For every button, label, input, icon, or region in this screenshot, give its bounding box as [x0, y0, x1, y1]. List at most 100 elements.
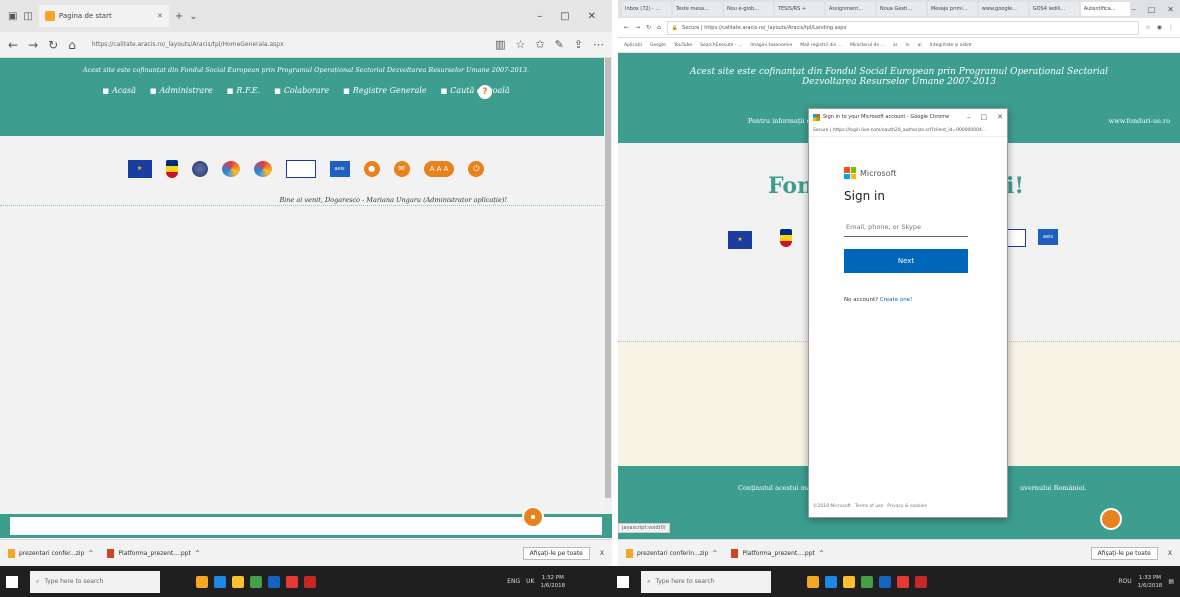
- powerpoint-app-icon[interactable]: [286, 575, 298, 588]
- scroll-top-button[interactable]: [1100, 508, 1122, 530]
- acrobat-app-icon[interactable]: [915, 575, 928, 588]
- chrome-app-icon[interactable]: [807, 575, 820, 588]
- tray-clock[interactable]: 1:33 PM 1/6/2018: [1138, 574, 1163, 590]
- bookmark-item[interactable]: SearchExecute - ...: [700, 43, 742, 48]
- chrome-tab-active[interactable]: Autentifica...: [1080, 2, 1130, 16]
- bookmark-item[interactable]: Ministerul de ...: [850, 43, 885, 48]
- tray-clock[interactable]: 1:32 PM 1/6/2018: [540, 574, 565, 590]
- menu-cauta-o-scoala[interactable]: Caută o școală: [441, 86, 509, 95]
- bookmark-item[interactable]: Imagini taxonomie: [750, 43, 792, 48]
- taskbar-search[interactable]: ⌕ Type here to search: [641, 570, 772, 593]
- new-tab-icon[interactable]: +: [175, 11, 183, 22]
- maximize-icon[interactable]: □: [560, 11, 569, 22]
- maximize-icon[interactable]: □: [981, 113, 988, 121]
- store-app-icon[interactable]: [250, 575, 262, 588]
- download-caret[interactable]: ^: [819, 550, 824, 557]
- tab-actions-icon[interactable]: ▣: [8, 11, 17, 22]
- windows-start-icon[interactable]: [6, 575, 18, 588]
- chrome-app-icon[interactable]: [196, 575, 208, 588]
- acrobat-app-icon[interactable]: [304, 575, 316, 588]
- tray-lang[interactable]: ENG: [507, 578, 520, 585]
- omnibox[interactable]: 🔒 Secure | https://calitate.aracis.ro/_l…: [666, 20, 1140, 35]
- chrome-tab[interactable]: TESIS/RS +: [774, 2, 824, 16]
- chrome-tab[interactable]: Mesaje primi...: [927, 2, 977, 16]
- bookmark-item[interactable]: Integritate și arbitr: [930, 43, 973, 48]
- home-icon[interactable]: ⌂: [657, 24, 661, 31]
- tab-list-chevron-icon[interactable]: ⌄: [189, 11, 197, 22]
- minimize-icon[interactable]: –: [967, 113, 971, 121]
- help-icon[interactable]: ?: [478, 85, 492, 99]
- explorer-app-icon[interactable]: [232, 575, 244, 588]
- scroll-top-button[interactable]: [522, 506, 544, 528]
- bookmark-item[interactable]: ar: [893, 43, 898, 48]
- download-item[interactable]: Platforma_prezent....ppt ^: [107, 548, 200, 558]
- windows-start-icon[interactable]: [617, 575, 630, 588]
- download-item[interactable]: Platforma_prezent....ppt ^: [731, 548, 824, 558]
- show-all-downloads-button[interactable]: Afișați-le pe toate: [1090, 546, 1158, 560]
- reading-view-icon[interactable]: ▥: [495, 38, 505, 51]
- extensions-icon[interactable]: ◉: [1157, 24, 1162, 31]
- menu-rfe[interactable]: R.F.E.: [227, 86, 260, 95]
- notifications-icon[interactable]: ▤: [1168, 578, 1174, 585]
- chrome-tab[interactable]: Teste mesa...: [672, 2, 722, 16]
- explorer-app-icon[interactable]: [843, 575, 856, 588]
- taskbar-search[interactable]: ⌕ Type here to search: [30, 570, 160, 593]
- tray-lang[interactable]: ROU: [1118, 578, 1131, 585]
- word-app-icon[interactable]: [268, 575, 280, 588]
- chrome-tab[interactable]: Noua Gesti...: [876, 2, 926, 16]
- word-app-icon[interactable]: [879, 575, 892, 588]
- forward-icon[interactable]: →: [28, 38, 38, 52]
- powerpoint-app-icon[interactable]: [897, 575, 910, 588]
- download-caret[interactable]: ^: [712, 550, 717, 557]
- store-app-icon[interactable]: [861, 575, 874, 588]
- mail-icon[interactable]: ✉: [393, 161, 410, 177]
- tab-close-icon[interactable]: ✕: [157, 12, 163, 20]
- favorites-hub-icon[interactable]: ✩: [535, 38, 544, 51]
- tabs-aside-icon[interactable]: ◫: [23, 11, 32, 22]
- vertical-scrollbar[interactable]: [604, 58, 612, 518]
- privacy-link[interactable]: Privacy & cookies: [887, 504, 927, 509]
- forward-icon[interactable]: →: [635, 24, 640, 31]
- close-window-icon[interactable]: ✕: [1167, 5, 1174, 14]
- notes-icon[interactable]: ✎: [555, 38, 564, 51]
- font-size-button[interactable]: A A A: [423, 161, 455, 177]
- next-button[interactable]: Next: [844, 249, 968, 273]
- back-icon[interactable]: ←: [624, 24, 629, 31]
- bookmark-item[interactable]: ai: [918, 43, 922, 48]
- favorite-star-icon[interactable]: ☆: [515, 38, 525, 51]
- refresh-icon[interactable]: ↻: [646, 24, 651, 31]
- email-field[interactable]: [844, 217, 968, 237]
- more-icon[interactable]: ⋯: [593, 38, 604, 51]
- refresh-icon[interactable]: ↻: [48, 38, 58, 52]
- scrollbar-thumb[interactable]: [605, 58, 611, 498]
- download-item[interactable]: prezentari conferin...zip ^: [626, 548, 717, 558]
- edge-app-icon[interactable]: [825, 575, 838, 588]
- bookmark-star-icon[interactable]: ☆: [1145, 24, 1150, 31]
- home-icon[interactable]: ⌂: [68, 38, 76, 52]
- create-account-link[interactable]: Create one!: [880, 297, 912, 303]
- share-icon[interactable]: ⇪: [574, 38, 583, 51]
- close-downloads-button[interactable]: X: [1168, 550, 1172, 557]
- terms-link[interactable]: Terms of use: [855, 504, 883, 509]
- chrome-tab[interactable]: www.google...: [978, 2, 1028, 16]
- bookmark-item[interactable]: Google: [650, 43, 666, 48]
- maximize-icon[interactable]: □: [1148, 5, 1156, 14]
- menu-administrare[interactable]: Administrare: [150, 86, 213, 95]
- menu-acasa[interactable]: Acasă: [102, 86, 136, 95]
- bookmark-item[interactable]: Mail registrii din ...: [800, 43, 842, 48]
- download-item[interactable]: prezentari confer...zip ^: [8, 548, 93, 558]
- edge-app-icon[interactable]: [214, 575, 226, 588]
- chrome-tab[interactable]: Inbox (72) - ...: [622, 2, 671, 16]
- bookmark-item[interactable]: Aplicații: [624, 43, 642, 48]
- menu-colaborare[interactable]: Colaborare: [274, 86, 329, 95]
- close-downloads-button[interactable]: X: [600, 550, 604, 557]
- logout-icon[interactable]: ⏻: [468, 161, 485, 177]
- chrome-tab[interactable]: Nou e-glob...: [723, 2, 773, 16]
- download-caret[interactable]: ^: [88, 550, 93, 557]
- show-all-downloads-button[interactable]: Afișați-le pe toate: [522, 546, 590, 560]
- close-window-icon[interactable]: ✕: [588, 11, 596, 22]
- menu-registre-generale[interactable]: Registre Generale: [343, 86, 427, 95]
- download-caret[interactable]: ^: [195, 550, 200, 557]
- back-icon[interactable]: ←: [8, 38, 18, 52]
- url-field[interactable]: https://calitate.aracis.ro/_layouts/Arac…: [86, 36, 485, 54]
